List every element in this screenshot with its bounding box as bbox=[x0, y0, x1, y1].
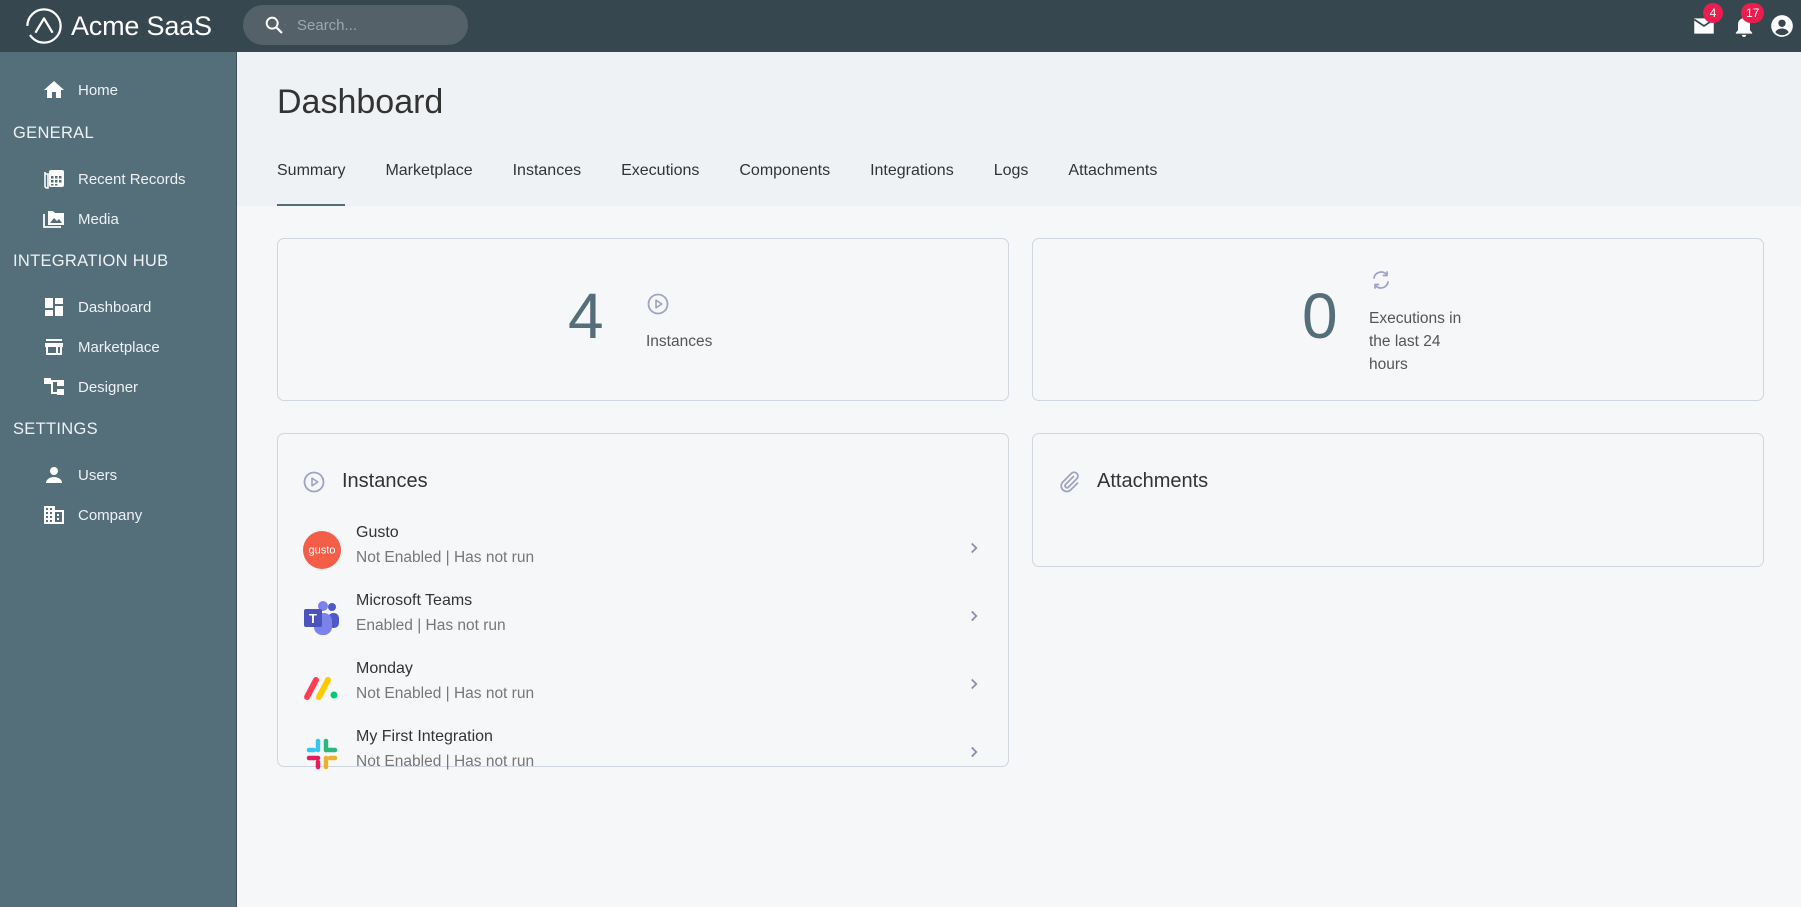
sidebar-item-media[interactable]: Media bbox=[42, 204, 119, 234]
instance-status: Not Enabled | Has not run bbox=[356, 753, 535, 770]
chevron-right-icon bbox=[971, 610, 978, 622]
tab-instances[interactable]: Instances bbox=[513, 162, 581, 206]
designer-tree-icon bbox=[44, 378, 64, 395]
tab-bar: Summary Marketplace Instances Executions… bbox=[277, 162, 1197, 206]
attachments-card-title: Attachments bbox=[1097, 470, 1209, 492]
executions-label: Executions in the last 24 hours bbox=[1369, 310, 1462, 373]
brand[interactable]: Acme SaaS bbox=[25, 5, 212, 47]
sidebar-item-company[interactable]: Company bbox=[42, 500, 142, 530]
instance-row-my-first-integration[interactable]: My First Integration Not Enabled | Has n… bbox=[302, 726, 982, 786]
tab-marketplace[interactable]: Marketplace bbox=[385, 162, 472, 206]
media-icon bbox=[43, 211, 64, 228]
sidebar-item-label: Marketplace bbox=[78, 338, 160, 356]
chevron-right-icon bbox=[971, 678, 978, 690]
page-header: Dashboard Summary Marketplace Instances … bbox=[237, 52, 1801, 206]
tab-executions[interactable]: Executions bbox=[621, 162, 699, 206]
page-title: Dashboard bbox=[277, 83, 444, 121]
sidebar-item-designer[interactable]: Designer bbox=[42, 372, 138, 402]
sidebar-item-home[interactable]: Home bbox=[42, 75, 118, 105]
instance-name: Microsoft Teams bbox=[356, 592, 473, 609]
gusto-logo-icon: gusto bbox=[303, 531, 341, 569]
instance-status: Not Enabled | Has not run bbox=[356, 549, 535, 566]
sidebar-item-dashboard[interactable]: Dashboard bbox=[42, 292, 151, 322]
company-building-icon bbox=[44, 506, 64, 524]
instances-card: Instances gusto Gusto Not Enabled | Has … bbox=[277, 433, 1009, 770]
sidebar-item-marketplace[interactable]: Marketplace bbox=[42, 332, 160, 362]
tab-integrations[interactable]: Integrations bbox=[870, 162, 954, 206]
instance-name: Monday bbox=[356, 660, 413, 677]
executions-count: 0 bbox=[1302, 280, 1338, 352]
tab-attachments[interactable]: Attachments bbox=[1068, 162, 1157, 206]
instances-label: Instances bbox=[646, 333, 713, 350]
app-name: Acme SaaS bbox=[71, 10, 212, 41]
sidebar-item-users[interactable]: Users bbox=[42, 460, 117, 490]
slack-logo-icon bbox=[306, 738, 338, 770]
instances-stat-card[interactable]: 4 Instances bbox=[277, 238, 1009, 401]
account-circle-icon bbox=[1771, 15, 1793, 37]
sidebar-item-label: Users bbox=[78, 466, 118, 484]
svg-text:gusto: gusto bbox=[309, 545, 336, 557]
instance-name: Gusto bbox=[356, 524, 399, 541]
instance-name: My First Integration bbox=[356, 728, 493, 745]
instance-row-monday[interactable]: Monday Not Enabled | Has not run bbox=[302, 658, 982, 718]
sync-icon bbox=[1373, 271, 1389, 289]
recent-records-icon bbox=[44, 170, 64, 189]
acme-logo-icon bbox=[26, 8, 62, 44]
home-icon bbox=[44, 81, 64, 98]
search-icon bbox=[265, 16, 283, 34]
tab-summary[interactable]: Summary bbox=[277, 162, 346, 206]
tab-logs[interactable]: Logs bbox=[994, 162, 1029, 206]
sidebar-item-label: Media bbox=[78, 210, 119, 228]
instance-status: Not Enabled | Has not run bbox=[356, 685, 535, 702]
instances-card-title: Instances bbox=[342, 470, 428, 492]
sidebar-section-general: GENERAL bbox=[13, 124, 94, 142]
top-bar: Acme SaaS 4 17 bbox=[0, 0, 1801, 52]
sidebar-item-recent-records[interactable]: Recent Records bbox=[42, 164, 186, 194]
executions-stat-card[interactable]: 0 Executions in the last 24 hours bbox=[1032, 238, 1764, 401]
user-icon bbox=[46, 467, 62, 483]
mail-badge: 4 bbox=[1703, 3, 1723, 23]
instance-row-microsoft-teams[interactable]: T Microsoft Teams Enabled | Has not run bbox=[302, 590, 982, 650]
instances-count: 4 bbox=[568, 280, 604, 352]
instance-status: Enabled | Has not run bbox=[356, 617, 506, 634]
play-circle-icon bbox=[303, 471, 325, 493]
sidebar-section-settings: SETTINGS bbox=[13, 420, 98, 438]
sidebar-item-label: Recent Records bbox=[78, 170, 186, 188]
notifications-button[interactable]: 17 bbox=[1731, 3, 1765, 39]
sidebar-item-label: Company bbox=[78, 506, 143, 524]
svg-text:T: T bbox=[309, 611, 317, 626]
monday-logo-icon bbox=[304, 677, 338, 700]
main-content: Dashboard Summary Marketplace Instances … bbox=[237, 52, 1801, 907]
store-icon bbox=[45, 339, 63, 355]
instance-row-gusto[interactable]: gusto Gusto Not Enabled | Has not run bbox=[302, 522, 982, 582]
notifications-badge: 17 bbox=[1741, 3, 1765, 23]
sidebar: Home GENERAL Recent Records Media INTEGR… bbox=[0, 52, 237, 907]
sidebar-item-label: Dashboard bbox=[78, 298, 152, 316]
chevron-right-icon bbox=[971, 542, 978, 554]
search-box[interactable] bbox=[243, 5, 468, 45]
attachments-card: Attachments bbox=[1032, 433, 1764, 567]
tab-components[interactable]: Components bbox=[739, 162, 830, 206]
microsoft-teams-logo-icon: T bbox=[304, 601, 339, 635]
sidebar-item-label: Home bbox=[78, 81, 119, 99]
account-button[interactable] bbox=[1769, 13, 1795, 39]
play-circle-icon bbox=[647, 293, 669, 315]
mail-button[interactable]: 4 bbox=[1691, 3, 1723, 39]
search-input[interactable] bbox=[297, 16, 447, 34]
dashboard-icon bbox=[45, 298, 63, 316]
chevron-right-icon bbox=[971, 746, 978, 758]
sidebar-item-label: Designer bbox=[78, 378, 139, 396]
sidebar-section-integration-hub: INTEGRATION HUB bbox=[13, 252, 169, 270]
paperclip-icon bbox=[1060, 471, 1079, 493]
